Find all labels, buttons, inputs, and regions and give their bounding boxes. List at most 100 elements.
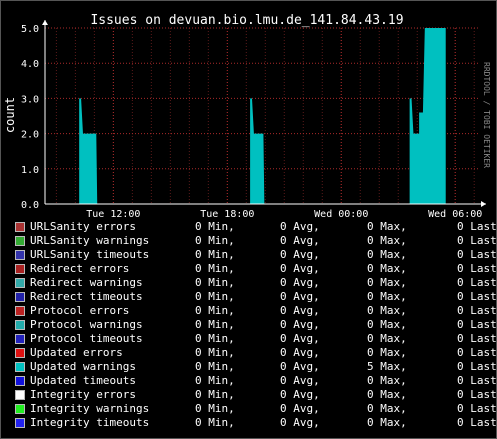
legend-min: 0 Min, — [195, 220, 235, 233]
y-axis-arrow — [42, 20, 48, 25]
legend-row: Updated errors 0 Min, 0 Avg, 0 Max, 0 Last — [0, 346, 497, 360]
legend-swatch — [15, 222, 25, 232]
legend-min: 0 Min, — [195, 318, 235, 331]
legend-last: 0 Last — [457, 220, 497, 233]
legend-last: 0 Last — [457, 304, 497, 317]
legend-label: Integrity errors — [30, 388, 136, 401]
legend-row: Redirect warnings 0 Min, 0 Avg, 0 Max, 0 Las… — [0, 276, 497, 290]
x-tick-label: Tue 18:00 — [200, 209, 254, 220]
legend-min: 0 Min, — [195, 388, 235, 401]
legend-swatch — [15, 362, 25, 372]
y-tick-label: 3.0 — [21, 94, 39, 105]
legend-row: URLSanity timeouts 0 Min, 0 Avg, 0 Max, 0 La… — [0, 248, 497, 262]
series-area — [45, 28, 478, 204]
legend: URLSanity errors 0 Min, 0 Avg, 0 Max, 0 Last… — [0, 220, 497, 430]
legend-label: URLSanity warnings — [30, 234, 150, 247]
y-tick-label: 4.0 — [21, 59, 39, 70]
legend-last: 0 Last — [457, 248, 497, 261]
legend-swatch — [15, 390, 25, 400]
legend-max: 0 Max, — [367, 332, 407, 345]
legend-max: 0 Max, — [367, 346, 407, 359]
legend-max: 0 Max, — [367, 374, 407, 387]
legend-label: URLSanity errors — [30, 220, 136, 233]
legend-row: Integrity errors 0 Min, 0 Avg, 0 Max, 0 Last — [0, 388, 497, 402]
legend-min: 0 Min, — [195, 360, 235, 373]
legend-label: Integrity warnings — [30, 402, 150, 415]
legend-avg: 0 Avg, — [280, 318, 320, 331]
legend-last: 0 Last — [457, 262, 497, 275]
legend-last: 0 Last — [457, 360, 497, 373]
legend-avg: 0 Avg, — [280, 248, 320, 261]
legend-min: 0 Min, — [195, 374, 235, 387]
legend-max: 0 Max, — [367, 304, 407, 317]
legend-avg: 0 Avg, — [280, 374, 320, 387]
legend-max: 0 Max, — [367, 220, 407, 233]
y-tick-label: 1.0 — [21, 165, 39, 176]
legend-row: Integrity timeouts 0 Min, 0 Avg, 0 Max, 0 La… — [0, 416, 497, 430]
y-tick-label: 2.0 — [21, 130, 39, 141]
legend-min: 0 Min, — [195, 276, 235, 289]
legend-row: Redirect timeouts 0 Min, 0 Avg, 0 Max, 0 Las… — [0, 290, 497, 304]
legend-label: Integrity timeouts — [30, 416, 150, 429]
legend-max: 0 Max, — [367, 248, 407, 261]
x-tick-label: Wed 06:00 — [428, 209, 482, 220]
x-tick-label: Wed 00:00 — [314, 209, 368, 220]
legend-min: 0 Min, — [195, 234, 235, 247]
legend-swatch — [15, 264, 25, 274]
x-axis-arrow — [481, 201, 486, 207]
legend-min: 0 Min, — [195, 248, 235, 261]
x-tick-label: Tue 12:00 — [86, 209, 140, 220]
legend-label: Updated timeouts — [30, 374, 136, 387]
legend-min: 0 Min, — [195, 262, 235, 275]
legend-row: Protocol warnings 0 Min, 0 Avg, 0 Max, 0 Las… — [0, 318, 497, 332]
legend-avg: 0 Avg, — [280, 416, 320, 429]
legend-max: 0 Max, — [367, 262, 407, 275]
legend-row: Updated warnings 0 Min, 0 Avg, 5 Max, 0 Last — [0, 360, 497, 374]
legend-row: URLSanity warnings 0 Min, 0 Avg, 0 Max, 0 La… — [0, 234, 497, 248]
legend-last: 0 Last — [457, 388, 497, 401]
legend-swatch — [15, 292, 25, 302]
legend-max: 0 Max, — [367, 234, 407, 247]
legend-last: 0 Last — [457, 234, 497, 247]
legend-swatch — [15, 334, 25, 344]
legend-label: Protocol warnings — [30, 318, 143, 331]
legend-avg: 0 Avg, — [280, 388, 320, 401]
legend-avg: 0 Avg, — [280, 360, 320, 373]
y-tick-label: 5.0 — [21, 24, 39, 35]
legend-label: Updated errors — [30, 346, 123, 359]
legend-swatch — [15, 404, 25, 414]
legend-avg: 0 Avg, — [280, 276, 320, 289]
y-tick-label: 0.0 — [21, 200, 39, 211]
legend-row: Updated timeouts 0 Min, 0 Avg, 0 Max, 0 Last — [0, 374, 497, 388]
legend-label: Updated warnings — [30, 360, 136, 373]
legend-label: Protocol timeouts — [30, 332, 143, 345]
legend-avg: 0 Avg, — [280, 304, 320, 317]
legend-label: Redirect errors — [30, 262, 130, 275]
legend-avg: 0 Avg, — [280, 262, 320, 275]
legend-avg: 0 Avg, — [280, 346, 320, 359]
legend-min: 0 Min, — [195, 290, 235, 303]
legend-avg: 0 Avg, — [280, 402, 320, 415]
legend-min: 0 Min, — [195, 332, 235, 345]
legend-row: Protocol errors 0 Min, 0 Avg, 0 Max, 0 Last — [0, 304, 497, 318]
legend-max: 5 Max, — [367, 360, 407, 373]
legend-label: URLSanity timeouts — [30, 248, 150, 261]
legend-swatch — [15, 236, 25, 246]
legend-last: 0 Last — [457, 290, 497, 303]
legend-row: Redirect errors 0 Min, 0 Avg, 0 Max, 0 Last — [0, 262, 497, 276]
legend-max: 0 Max, — [367, 416, 407, 429]
y-axis-label: count — [3, 97, 17, 133]
legend-avg: 0 Avg, — [280, 220, 320, 233]
legend-swatch — [15, 320, 25, 330]
legend-last: 0 Last — [457, 318, 497, 331]
legend-min: 0 Min, — [195, 304, 235, 317]
legend-max: 0 Max, — [367, 290, 407, 303]
legend-row: URLSanity errors 0 Min, 0 Avg, 0 Max, 0 Last — [0, 220, 497, 234]
legend-swatch — [15, 306, 25, 316]
legend-avg: 0 Avg, — [280, 290, 320, 303]
legend-swatch — [15, 250, 25, 260]
legend-swatch — [15, 376, 25, 386]
legend-swatch — [15, 278, 25, 288]
legend-max: 0 Max, — [367, 318, 407, 331]
legend-last: 0 Last — [457, 332, 497, 345]
